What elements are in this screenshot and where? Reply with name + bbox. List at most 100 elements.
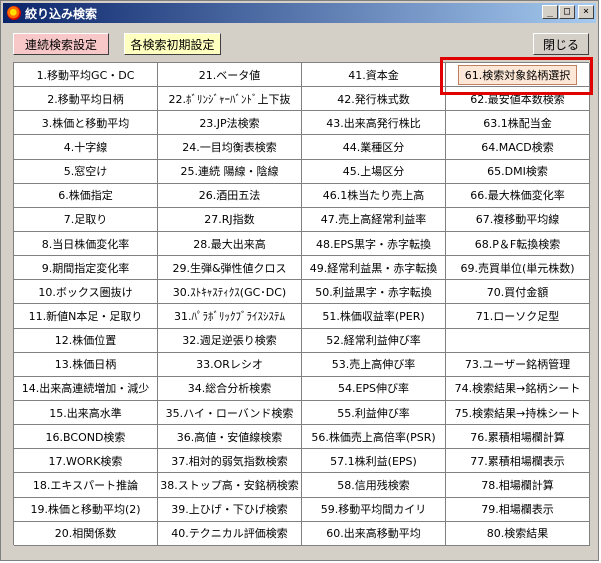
search-option-button[interactable]: 16.BCOND検索 (14, 425, 158, 450)
search-option-button[interactable]: 27.RJ指数 (158, 207, 302, 232)
search-option-label: 33.ORレシオ (196, 358, 263, 372)
search-option-button[interactable]: 43.出来高発行株比 (302, 111, 446, 136)
search-option-button[interactable]: 61.検索対象銘柄選択 (446, 63, 590, 88)
search-option-button[interactable]: 23.JP法検索 (158, 111, 302, 136)
search-option-button[interactable]: 7.足取り (14, 207, 158, 232)
search-option-button[interactable]: 41.資本金 (302, 63, 446, 88)
search-option-button[interactable]: 62.最安値本数検索 (446, 87, 590, 112)
search-option-button[interactable]: 42.発行株式数 (302, 87, 446, 112)
minimize-icon[interactable]: _ (542, 5, 558, 19)
search-option-label: 69.売買単位(単元株数) (460, 261, 575, 275)
search-option-button[interactable]: 71.ローソク足型 (446, 304, 590, 329)
search-option-button[interactable]: 18.エキスパート推論 (14, 473, 158, 498)
search-option-label: 60.出来高移動平均 (326, 527, 421, 541)
search-option-button[interactable]: 29.生弾&弾性値クロス (158, 256, 302, 281)
search-option-button[interactable]: 31.ﾊﾟﾗﾎﾞﾘｯｸﾌﾞﾗｲｽｼｽﾃﾑ (158, 304, 302, 329)
search-option-button[interactable]: 4.十字線 (14, 135, 158, 160)
search-option-button[interactable]: 64.MACD検索 (446, 135, 590, 160)
search-option-button[interactable]: 30.ｽﾄｷｬｽﾃｨｸｽ(GC･DC) (158, 280, 302, 305)
search-option-button[interactable]: 15.出来高水準 (14, 400, 158, 426)
search-option-label: 64.MACD検索 (481, 140, 554, 154)
search-option-button[interactable]: 76.累積相場欄計算 (446, 425, 590, 450)
search-option-label: 26.酒田五法 (198, 189, 261, 203)
search-option-button[interactable]: 19.株価と移動平均(2) (14, 497, 158, 522)
search-option-button[interactable]: 39.上ひげ・下ひげ検索 (158, 497, 302, 522)
search-option-button[interactable]: 69.売買単位(単元株数) (446, 256, 590, 281)
search-option-button[interactable]: 25.連続 陽線・陰線 (158, 159, 302, 184)
search-option-button[interactable]: 9.期間指定変化率 (14, 256, 158, 281)
close-button[interactable]: 閉じる (533, 33, 589, 55)
search-option-button[interactable]: 48.EPS黒字・赤字転換 (302, 231, 446, 257)
search-option-label: 10.ボックス圏抜け (38, 285, 133, 299)
search-option-button[interactable]: 46.1株当たり売上高 (302, 183, 446, 208)
search-option-button[interactable]: 34.総合分析検索 (158, 376, 302, 401)
search-option-button[interactable]: 77.累積相場欄表示 (446, 449, 590, 474)
search-option-button[interactable]: 56.株価売上高倍率(PSR) (302, 425, 446, 450)
search-option-label: 17.WORK検索 (48, 454, 123, 468)
search-option-button[interactable]: 26.酒田五法 (158, 183, 302, 208)
search-option-button[interactable]: 13.株価日柄 (14, 352, 158, 377)
maximize-icon[interactable]: □ (559, 5, 575, 19)
search-option-button[interactable]: 80.検索結果 (446, 521, 590, 546)
search-option-button[interactable]: 74.検索結果→銘柄シート (446, 376, 590, 401)
search-option-label: 53.売上高伸び率 (331, 358, 416, 372)
search-option-button[interactable]: 44.業種区分 (302, 135, 446, 160)
search-option-button[interactable]: 78.相場欄計算 (446, 473, 590, 498)
search-option-button[interactable]: 66.最大株価変化率 (446, 183, 590, 208)
search-option-button[interactable]: 14.出来高連続増加・減少 (14, 376, 158, 401)
search-option-button[interactable]: 49.経常利益黒・赤字転換 (302, 256, 446, 281)
search-option-button[interactable]: 38.ストップ高・安銘柄検索 (158, 473, 302, 498)
search-option-button[interactable]: 36.高値・安値線検索 (158, 425, 302, 450)
search-option-button[interactable]: 54.EPS伸び率 (302, 376, 446, 401)
search-option-button[interactable]: 22.ﾎﾞﾘﾝｼﾞｬｰﾊﾞﾝﾄﾞ上下抜 (158, 87, 302, 112)
search-option-button[interactable]: 17.WORK検索 (14, 449, 158, 474)
title-bar[interactable]: 絞り込み検索 _ □ × (3, 3, 596, 23)
initialize-search-settings-button[interactable]: 各検索初期設定 (124, 33, 221, 55)
search-option-button[interactable]: 40.テクニカル評価検索 (158, 521, 302, 546)
search-option-button[interactable]: 28.最大出来高 (158, 231, 302, 257)
search-option-button[interactable]: 5.窓空け (14, 159, 158, 184)
search-option-button[interactable]: 1.移動平均GC・DC (14, 63, 158, 88)
search-option-button[interactable]: 52.経常利益伸び率 (302, 328, 446, 353)
search-option-button[interactable]: 75.検索結果→持株シート (446, 400, 590, 426)
search-option-button[interactable]: 20.相関係数 (14, 521, 158, 546)
search-option-button[interactable]: 68.P＆F転換検索 (446, 231, 590, 257)
search-option-label: 6.株価指定 (58, 189, 113, 203)
search-option-button[interactable]: 63.1株配当金 (446, 111, 590, 136)
search-option-button[interactable]: 50.利益黒字・赤字転換 (302, 280, 446, 305)
search-option-button[interactable]: 33.ORレシオ (158, 352, 302, 377)
search-option-button[interactable]: 67.複移動平均線 (446, 207, 590, 232)
search-option-button[interactable]: 57.1株利益(EPS) (302, 449, 446, 474)
search-option-label: 27.RJ指数 (204, 213, 255, 227)
search-option-button[interactable]: 8.当日株価変化率 (14, 231, 158, 257)
search-option-button[interactable]: 32.週足逆張り検索 (158, 328, 302, 353)
search-option-button[interactable]: 70.買付金額 (446, 280, 590, 305)
search-option-button[interactable]: 51.株価収益率(PER) (302, 304, 446, 329)
search-option-button[interactable]: 47.売上高経常利益率 (302, 207, 446, 232)
search-option-button[interactable]: 21.ベータ値 (158, 63, 302, 88)
search-option-button[interactable]: 60.出来高移動平均 (302, 521, 446, 546)
search-option-button[interactable]: 35.ハイ・ローバンド検索 (158, 400, 302, 426)
search-option-button[interactable]: 11.新値N本足・足取り (14, 304, 158, 329)
search-option-button[interactable]: 58.信用残検索 (302, 473, 446, 498)
search-option-button[interactable]: 79.相場欄表示 (446, 497, 590, 522)
search-option-button[interactable]: 24.一目均衡表検索 (158, 135, 302, 160)
search-option-button[interactable]: 37.相対的弱気指数検索 (158, 449, 302, 474)
search-option-button[interactable]: 10.ボックス圏抜け (14, 280, 158, 305)
search-option-label: 51.株価収益率(PER) (322, 309, 425, 323)
search-option-button[interactable]: 59.移動平均間カイリ (302, 497, 446, 522)
search-option-label: 39.上ひげ・下ひげ検索 (171, 503, 288, 517)
search-option-button[interactable]: 45.上場区分 (302, 159, 446, 184)
search-option-button[interactable]: 53.売上高伸び率 (302, 352, 446, 377)
search-option-button[interactable]: 12.株価位置 (14, 328, 158, 353)
close-icon[interactable]: × (578, 5, 594, 19)
search-option-button[interactable]: 65.DMI検索 (446, 159, 590, 184)
search-option-label: 31.ﾊﾟﾗﾎﾞﾘｯｸﾌﾞﾗｲｽｼｽﾃﾑ (174, 309, 285, 323)
search-option-button[interactable]: 6.株価指定 (14, 183, 158, 208)
search-option-button[interactable]: 3.株価と移動平均 (14, 111, 158, 136)
search-option-label: 63.1株配当金 (483, 116, 552, 130)
search-option-button[interactable]: 2.移動平均日柄 (14, 87, 158, 112)
continuous-search-settings-button[interactable]: 連続検索設定 (13, 33, 109, 55)
search-option-button[interactable]: 73.ユーザー銘柄管理 (446, 352, 590, 377)
search-option-button[interactable]: 55.利益伸び率 (302, 400, 446, 426)
